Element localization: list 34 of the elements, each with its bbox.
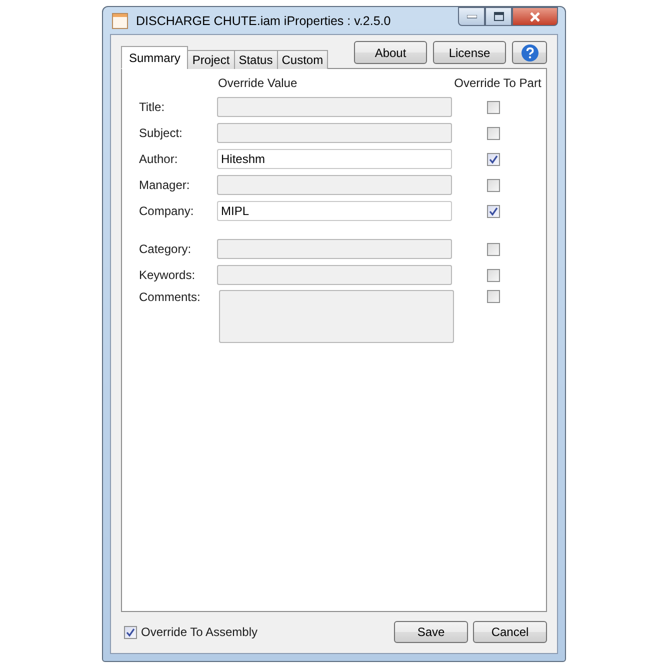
tab[interactable]: Project <box>187 50 235 69</box>
checkbox-label: Override To Assembly <box>141 625 258 639</box>
header-button[interactable]: License <box>433 41 506 64</box>
input-field[interactable]: Hiteshm <box>217 149 452 169</box>
checkbox[interactable] <box>124 626 137 638</box>
field-label: Subject: <box>139 126 184 140</box>
minimize-icon <box>466 14 476 18</box>
tab[interactable]: Status <box>234 50 278 69</box>
dialog-button[interactable]: Save <box>394 621 468 643</box>
close-button[interactable] <box>512 7 558 26</box>
field-label: Keywords: <box>139 268 196 282</box>
field-label: Author: <box>139 152 179 166</box>
checkbox[interactable] <box>487 204 500 218</box>
help-button[interactable] <box>512 41 547 64</box>
close-icon <box>529 12 541 22</box>
field-label: Company: <box>139 204 195 218</box>
field-label: Comments: <box>139 290 202 304</box>
dialog-button[interactable]: Cancel <box>473 621 547 643</box>
column-header: Override Value <box>218 76 298 90</box>
tab[interactable]: Custom <box>276 50 328 69</box>
checkbox[interactable] <box>487 152 500 166</box>
minimize-button[interactable] <box>458 7 485 26</box>
app-icon <box>112 12 128 28</box>
field-label: Title: <box>139 100 166 114</box>
maximize-icon <box>494 12 504 21</box>
window-title: DISCHARGE CHUTE.iam iProperties : v.2.5.0 <box>136 14 392 28</box>
column-header: Override To Part <box>454 76 542 90</box>
input-field[interactable]: MIPL <box>217 201 452 221</box>
tab[interactable]: Summary <box>121 46 188 69</box>
maximize-button[interactable] <box>485 7 512 26</box>
field-label: Manager: <box>139 178 191 192</box>
field-label: Category: <box>139 242 192 256</box>
help-icon <box>520 44 538 62</box>
header-button[interactable]: About <box>354 41 427 64</box>
